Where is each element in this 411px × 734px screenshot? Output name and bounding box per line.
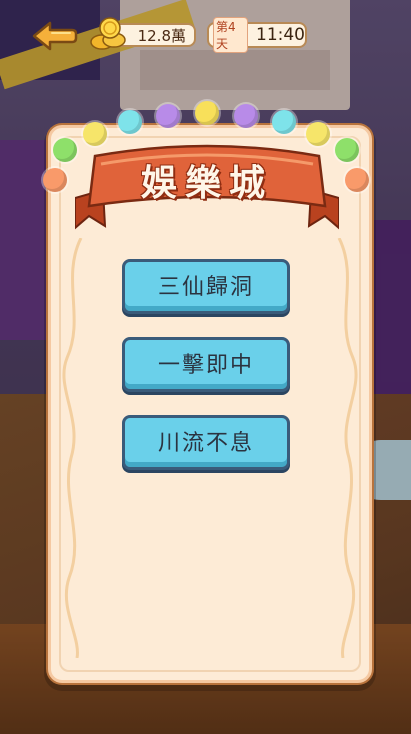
coin-amount: 12.8萬 (137, 26, 186, 45)
bulb (53, 138, 77, 162)
day-label: 第4天 (213, 17, 248, 53)
menu-button-label: 一擊即中 (157, 352, 254, 378)
ornament-right (337, 238, 358, 658)
ornament-left (62, 238, 83, 658)
panel-title: 娛樂城 (140, 162, 273, 204)
bulb (234, 104, 258, 128)
bulb (43, 168, 67, 192)
back-arrow-icon (32, 21, 78, 51)
bulb (195, 101, 219, 125)
gold-coin-icon (90, 17, 126, 50)
menu-button-san-xian-gui-dong[interactable]: 三仙歸洞 (122, 259, 290, 314)
back-button[interactable] (30, 20, 78, 52)
day-time-display: 第4天 11:40 (207, 17, 307, 53)
title-ribbon: 娛樂城 (74, 140, 340, 240)
menu-button-label: 川流不息 (157, 430, 254, 456)
bulb (118, 110, 142, 134)
clock-time: 11:40 (256, 25, 305, 45)
bulb (345, 168, 369, 192)
bulb (156, 104, 180, 128)
menu-button-chuan-liu-bu-xi[interactable]: 川流不息 (122, 415, 290, 470)
top-hud: 12.8萬 第4天 11:40 (0, 0, 411, 66)
menu-button-label: 三仙歸洞 (157, 274, 254, 300)
bulb (272, 110, 296, 134)
menu-button-yi-ji-ji-zhong[interactable]: 一擊即中 (122, 337, 290, 392)
